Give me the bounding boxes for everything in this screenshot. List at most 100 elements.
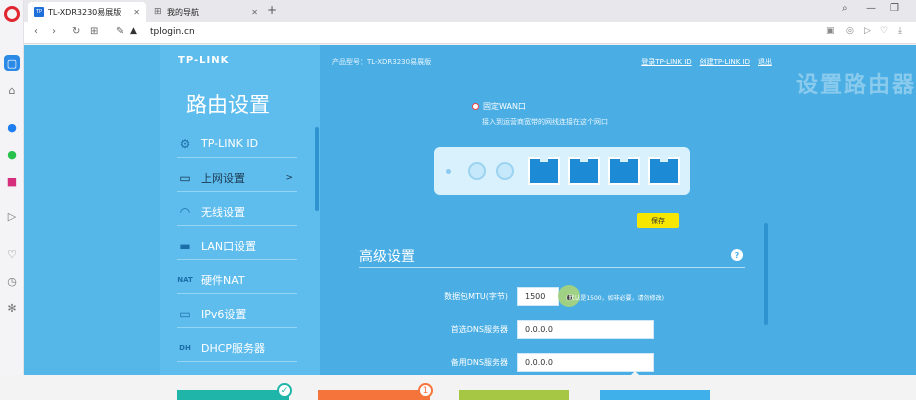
messenger-icon[interactable]: ● xyxy=(4,119,20,135)
dns1-input[interactable]: 0.0.0.0 xyxy=(517,320,654,339)
wan-radio[interactable] xyxy=(472,103,479,110)
heart-icon[interactable]: ♡ xyxy=(880,26,888,36)
tplink-favicon-icon: TP xyxy=(34,7,44,17)
account-links: 登录TP-LINK ID 创建TP-LINK ID 退出 xyxy=(641,57,772,67)
check-icon: ✓ xyxy=(277,383,292,398)
create-id-link[interactable]: 创建TP-LINK ID xyxy=(700,57,750,67)
opera-logo-icon[interactable] xyxy=(4,6,20,22)
url-field[interactable]: tplogin.cn xyxy=(150,27,195,37)
tab-title: 我的导航 xyxy=(167,7,199,17)
wifi-icon: ◠ xyxy=(179,204,191,219)
gear-icon: ⚙ xyxy=(179,136,191,151)
close-icon[interactable]: ✕ xyxy=(133,8,140,17)
content-scrollbar[interactable] xyxy=(764,223,768,325)
led-icon xyxy=(446,169,451,174)
dhcp-icon: DH xyxy=(179,343,191,352)
mtu-input[interactable]: 1500 xyxy=(517,287,559,306)
minimize-icon[interactable]: — xyxy=(866,3,876,14)
menu-item-lan[interactable]: ▬ LAN口设置 xyxy=(177,232,297,260)
bottom-panel: ✓ 1 xyxy=(0,375,916,400)
video-watermark: 设置路由器 xyxy=(795,73,916,98)
download-icon[interactable]: ⤓ xyxy=(898,26,902,36)
logout-link[interactable]: 退出 xyxy=(758,57,772,67)
ethernet-port-4[interactable] xyxy=(648,157,680,185)
close-icon[interactable]: ✕ xyxy=(251,8,258,17)
router-page: TP-LINK 路由设置 ⚙ TP-LINK ID ▭ 上网设置 > ◠ 无线设… xyxy=(24,45,916,375)
alert-icon: 1 xyxy=(418,383,433,398)
advanced-settings-title: 高级设置 xyxy=(359,249,415,265)
menu-item-ipv6[interactable]: ▭ IPv6设置 xyxy=(177,300,297,328)
bottom-card-teal[interactable] xyxy=(177,390,289,400)
forward-icon[interactable]: › xyxy=(52,26,56,37)
heart-icon[interactable]: ♡ xyxy=(4,246,20,262)
nat-icon: NAT xyxy=(177,275,193,284)
privacy-icon[interactable]: ✎ xyxy=(116,26,124,37)
monitor-icon: ▭ xyxy=(179,306,191,321)
router-sidebar: TP-LINK 路由设置 ⚙ TP-LINK ID ▭ 上网设置 > ◠ 无线设… xyxy=(160,45,320,375)
menu-label: 硬件NAT xyxy=(201,273,245,287)
menu-item-nat[interactable]: NAT 硬件NAT xyxy=(177,266,297,294)
ethernet-port-1[interactable] xyxy=(528,157,560,185)
grid-icon: ⊞ xyxy=(154,6,162,17)
browser-sidebar: ▢ ⌂ ● ● ■ ▷ ♡ ◷ ✻ xyxy=(0,0,24,400)
menu-label: 无线设置 xyxy=(201,205,245,219)
dns2-input[interactable]: 0.0.0.0 xyxy=(517,353,654,372)
router-icon: ▬ xyxy=(179,238,191,253)
dns2-label: 备用DNS服务器 xyxy=(450,358,508,367)
instagram-icon[interactable]: ■ xyxy=(4,173,20,189)
dns1-label: 首选DNS服务器 xyxy=(450,325,508,334)
menu-label: 上网设置 xyxy=(201,171,245,185)
ethernet-port-3[interactable] xyxy=(608,157,640,185)
menu-item-tplink-id[interactable]: ⚙ TP-LINK ID xyxy=(177,130,297,158)
address-bar: ‹ › ↻ ⊞ ✎ ▲ tplogin.cn ▣ ◎ ▷ ♡ ⤓ xyxy=(24,22,916,44)
bottom-card-blue[interactable] xyxy=(600,390,710,400)
menu-label: DHCP服务器 xyxy=(201,341,266,355)
new-tab-icon[interactable]: + xyxy=(267,3,277,17)
help-icon[interactable]: ? xyxy=(731,249,743,261)
warning-icon[interactable]: ▲ xyxy=(130,26,137,36)
divider xyxy=(359,267,745,268)
router-content: 产品型号：TL-XDR3230易展版 登录TP-LINK ID 创建TP-LIN… xyxy=(320,45,916,375)
menu-label: TP-LINK ID xyxy=(201,137,259,150)
tab-title: TL-XDR3230易展版 xyxy=(48,7,122,17)
product-model: 产品型号：TL-XDR3230易展版 xyxy=(332,58,432,66)
workspace-icon[interactable]: ▢ xyxy=(4,55,20,71)
whatsapp-icon[interactable]: ● xyxy=(4,146,20,162)
snapshot-icon[interactable]: ▣ xyxy=(826,26,835,36)
menu-item-internet[interactable]: ▭ 上网设置 > xyxy=(177,164,297,192)
power-port-icon xyxy=(468,162,486,180)
ethernet-port-2[interactable] xyxy=(568,157,600,185)
wan-label: 固定WAN口 xyxy=(483,102,526,111)
history-icon[interactable]: ◷ xyxy=(4,273,20,289)
bottom-card-green[interactable] xyxy=(459,390,569,400)
back-icon[interactable]: ‹ xyxy=(34,26,38,37)
home-icon[interactable]: ⌂ xyxy=(4,82,20,98)
sidebar-scrollbar[interactable] xyxy=(315,127,319,211)
router-ports-diagram xyxy=(434,147,690,195)
tab-bar: TP TL-XDR3230易展版 ✕ ⊞ 我的导航 ✕ + ⌕ — ❐ xyxy=(24,0,916,22)
settings-icon[interactable]: ✻ xyxy=(4,300,20,316)
chevron-right-icon: > xyxy=(285,172,293,183)
maximize-icon[interactable]: ❐ xyxy=(890,3,899,14)
login-link[interactable]: 登录TP-LINK ID xyxy=(641,57,691,67)
menu-label: IPv6设置 xyxy=(201,307,247,321)
save-button[interactable]: 保存 xyxy=(637,213,679,228)
mtu-label: 数据包MTU(字节) xyxy=(444,292,508,301)
reload-icon[interactable]: ↻ xyxy=(72,26,80,37)
bottom-card-orange[interactable] xyxy=(318,390,430,400)
menu-item-wireless[interactable]: ◠ 无线设置 xyxy=(177,198,297,226)
sidebar-title: 路由设置 xyxy=(186,93,270,117)
menu-item-dhcp[interactable]: DH DHCP服务器 xyxy=(177,334,297,362)
tab-navigation[interactable]: ⊞ 我的导航 ✕ xyxy=(148,2,264,22)
vpn-icon[interactable]: ◎ xyxy=(846,26,854,36)
send-icon[interactable]: ▷ xyxy=(4,208,20,224)
tab-router[interactable]: TP TL-XDR3230易展版 ✕ xyxy=(28,2,146,22)
tplink-logo: TP-LINK xyxy=(178,55,230,66)
wan-description: 接入到运营商宽带的网线连接在这个网口 xyxy=(482,118,608,126)
menu-label: LAN口设置 xyxy=(201,239,257,253)
reset-port-icon xyxy=(496,162,514,180)
search-icon[interactable]: ⌕ xyxy=(842,3,848,14)
send-icon[interactable]: ▷ xyxy=(864,26,871,36)
monitor-icon: ▭ xyxy=(179,170,191,185)
grid-icon[interactable]: ⊞ xyxy=(90,26,98,37)
